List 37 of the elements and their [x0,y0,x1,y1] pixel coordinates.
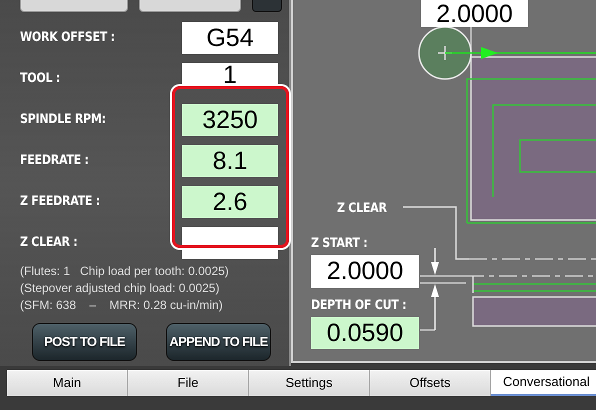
z-clear-label: Z CLEAR [337,200,387,218]
parameter-label: Z CLEAR : [20,234,78,252]
value-field: 2.0000 [421,0,528,27]
value-field[interactable]: G54 [182,22,278,54]
info-text: (SFM: 638 – MRR: 0.28 cu-in/min) [20,298,224,313]
tool-icon [418,26,472,80]
dimension-arrow [431,284,439,330]
field-value: 8.1 [212,148,248,174]
field-value: 2.6 [212,190,248,214]
parameter-label: SPINDLE RPM: [20,111,107,130]
field-value: G54 [206,26,254,50]
tab[interactable]: File [128,370,249,396]
field-value: 1 [223,63,237,87]
tab[interactable]: Main [7,370,128,396]
value-field[interactable]: 2.6 [182,186,278,218]
parameter-label: Z FEEDRATE : [20,193,101,212]
value-field[interactable]: 3250 [182,104,278,136]
parameter-label: WORK OFFSET : [20,29,116,48]
field-value: 0.0590 [326,320,404,346]
tab[interactable]: Settings [249,370,370,396]
depth-of-cut-label: DEPTH OF CUT : [311,297,406,315]
parameter-label: FEEDRATE : [20,152,90,170]
parameter-label: TOOL : [20,70,61,88]
info-text: (Flutes: 1 Chip load per tooth: 0.0025) [20,264,230,279]
z-start-label: Z START : [311,235,368,253]
post-button[interactable]: POST TO FILE [32,323,137,361]
value-field[interactable]: 0.0590 [311,317,419,349]
tab[interactable]: Offsets [370,370,491,396]
leader-line [403,206,469,260]
dimension-arrow [431,248,439,275]
field-value: 2.0000 [326,259,404,284]
value-field[interactable]: 2.0000 [311,255,419,288]
tab[interactable]: Conversational [491,370,596,396]
value-field[interactable]: 8.1 [182,145,278,177]
info-text: (Stepover adjusted chip load: 0.0025) [20,281,220,296]
append-button[interactable]: APPEND TO FILE [166,323,271,361]
field-value: 3250 [202,108,258,132]
